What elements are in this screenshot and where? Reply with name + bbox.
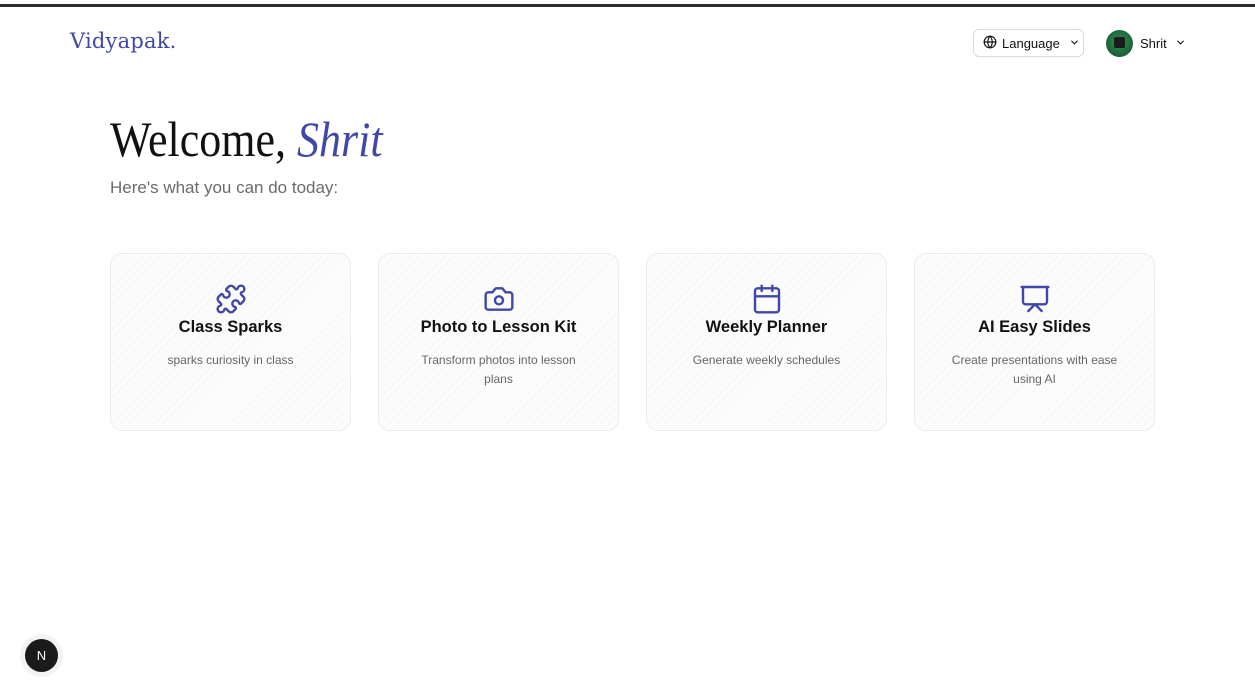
card-title: Photo to Lesson Kit: [420, 318, 577, 336]
language-selector[interactable]: Language: [973, 29, 1084, 57]
camera-icon: [483, 283, 515, 315]
card-description: Generate weekly schedules: [692, 353, 841, 367]
puzzle-icon: [215, 283, 247, 315]
card-class-sparks[interactable]: Class Sparks sparks curiosity in class: [110, 253, 351, 431]
brand-logo[interactable]: Vidyapak.: [70, 29, 177, 53]
card-title: Class Sparks: [178, 318, 283, 336]
page-subtitle: Here's what you can do today:: [110, 178, 339, 197]
dev-tools-badge[interactable]: N: [25, 639, 58, 672]
top-border: [0, 4, 1255, 7]
welcome-user-name: Shrit: [297, 111, 383, 167]
card-photo-to-lesson-kit[interactable]: Photo to Lesson Kit Transform photos int…: [378, 253, 619, 431]
card-title: AI Easy Slides: [978, 318, 1091, 336]
chevron-down-icon: [1069, 36, 1080, 51]
globe-icon: [983, 35, 997, 52]
user-menu[interactable]: Shrit: [1106, 29, 1186, 57]
card-weekly-planner[interactable]: Weekly Planner Generate weekly schedules: [646, 253, 887, 431]
chevron-down-icon: [1175, 36, 1186, 51]
card-description: Transform photos into lesson plans: [421, 353, 576, 386]
card-ai-easy-slides[interactable]: AI Easy Slides Create presentations with…: [914, 253, 1155, 431]
welcome-greeting: Welcome,: [110, 111, 287, 167]
avatar: [1106, 29, 1133, 57]
card-title: Weekly Planner: [705, 318, 828, 336]
user-name: Shrit: [1140, 35, 1167, 51]
page-title: Welcome, Shrit: [110, 110, 383, 168]
card-description: Create presentations with ease using AI: [951, 353, 1118, 386]
calendar-icon: [751, 283, 783, 315]
card-description: sparks curiosity in class: [167, 353, 294, 367]
language-label: Language: [1002, 35, 1060, 51]
feature-cards: Class Sparks sparks curiosity in class P…: [110, 253, 1155, 431]
presentation-icon: [1019, 283, 1051, 315]
